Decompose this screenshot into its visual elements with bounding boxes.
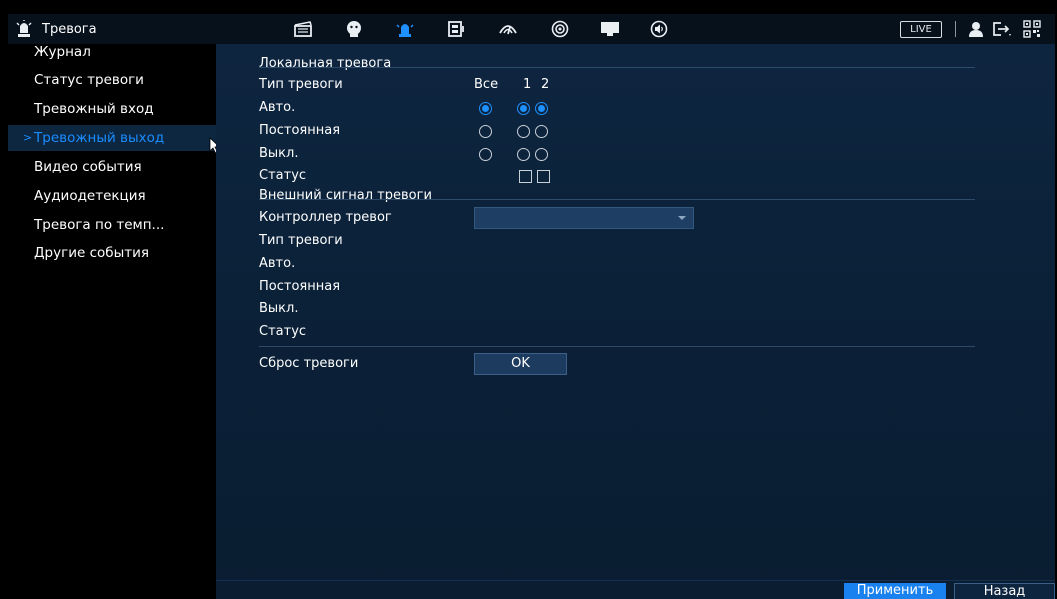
footer-divider [216,580,1055,581]
ext-auto-label: Авто. [259,256,296,271]
row-constant-label: Постоянная [259,123,341,138]
alarm-type-label: Тип тревоги [259,77,343,92]
ext-status-label: Статус [259,324,307,339]
sidebar-item-label: Другие события [34,245,149,261]
display-icon[interactable] [599,18,621,40]
status-checkbox-2 [537,170,550,183]
chevron-down-icon [678,216,686,220]
sidebar-item-other-events[interactable]: Другие события [8,240,216,266]
main-panel: Локальная тревога Тип тревоги Все 1 2 Ав… [216,44,1055,599]
alarm-light-icon[interactable] [394,18,416,40]
back-button[interactable]: Назад [954,583,1055,599]
user-icon[interactable] [965,18,987,40]
qr-code-icon[interactable] [1021,18,1043,40]
sidebar-item-audio-detection[interactable]: Аудиодетекция [8,183,216,209]
sidebar-item-label: Журнал [34,44,91,60]
column-all-label: Все [474,77,499,92]
status-checkbox-1 [519,170,532,183]
ext-alarm-type-label: Тип тревоги [259,233,343,248]
sidebar-item-label: Видео события [34,159,142,175]
sidebar-item-alarm-output[interactable]: > Тревожный выход [8,125,216,151]
section-divider [259,346,975,347]
section-divider [259,67,975,68]
row-off-label: Выкл. [259,146,299,161]
radio-constant-all[interactable] [479,125,492,138]
logout-icon[interactable] [991,18,1013,40]
reset-alarm-label: Сброс тревоги [259,356,359,371]
radio-off-2[interactable] [535,148,548,161]
radio-off-1[interactable] [517,148,530,161]
apply-button[interactable]: Применить [844,583,946,599]
sidebar-item-label: Статус тревоги [34,72,144,88]
status-label: Статус [259,168,307,183]
network-icon[interactable] [497,18,519,40]
controller-label: Контроллер тревог [259,210,392,225]
camera-icon[interactable] [549,18,571,40]
column-1-label: 1 [523,77,532,92]
sidebar-item-label: Тревога по темп... [34,217,165,233]
chevron-right-icon: > [23,131,33,144]
radio-auto-2[interactable] [535,102,548,115]
section-external-alarm: Внешний сигнал тревоги [259,188,432,203]
sidebar: Журнал Статус тревоги Тревожный вход > Тр… [8,44,216,599]
alarm-light-icon [16,20,32,37]
reset-ok-button[interactable]: OK [474,353,567,375]
live-button[interactable]: LIVE [900,21,942,38]
sidebar-item-alarm-input[interactable]: Тревожный вход [8,96,216,122]
radio-constant-1[interactable] [517,125,530,138]
ext-off-label: Выкл. [259,301,299,316]
sidebar-item-label: Тревожный вход [34,101,154,117]
radio-auto-1[interactable] [517,102,530,115]
sidebar-item-video-events[interactable]: Видео события [8,154,216,180]
controller-dropdown[interactable] [474,207,694,229]
radio-constant-2[interactable] [535,125,548,138]
face-icon[interactable] [343,18,365,40]
sidebar-item-label: Аудиодетекция [34,188,146,204]
toolbar-separator [955,21,956,37]
film-icon[interactable] [292,18,314,40]
column-2-label: 2 [541,77,550,92]
ext-constant-label: Постоянная [259,279,341,294]
radio-auto-all[interactable] [479,102,492,115]
sidebar-item-label: Тревожный выход [34,130,165,146]
sidebar-item-temperature-alarm[interactable]: Тревога по темп... [8,212,216,238]
sidebar-item-log[interactable]: Журнал [8,39,216,65]
row-auto-label: Авто. [259,100,296,115]
section-local-alarm: Локальная тревога [259,56,392,71]
storage-icon[interactable] [445,18,467,40]
section-divider [259,199,975,200]
sidebar-item-alarm-status[interactable]: Статус тревоги [8,67,216,93]
audio-icon[interactable] [648,18,670,40]
radio-off-all[interactable] [479,148,492,161]
page-title: Тревога [42,21,97,37]
